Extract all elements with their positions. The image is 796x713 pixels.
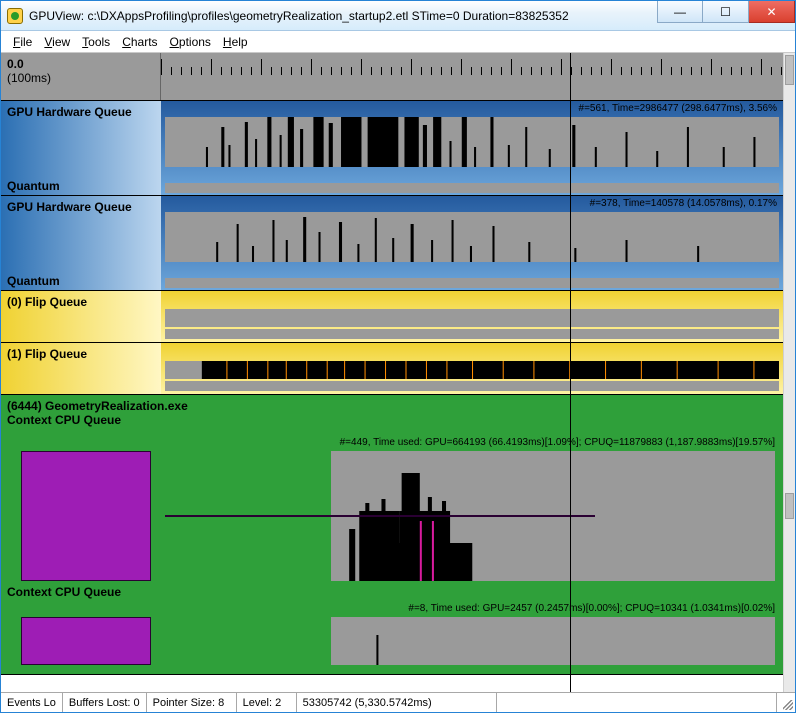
gpu2-track-area[interactable]: #=378, Time=140578 (14.0578ms), 0.17% bbox=[161, 196, 783, 290]
flip1-track-area[interactable]: Flips = 243 bbox=[161, 343, 783, 394]
gpu1-quantum-bar[interactable] bbox=[165, 183, 779, 193]
gpu1-label: GPU Hardware Queue bbox=[7, 105, 155, 119]
flip0-track-area[interactable]: Flips = 68 bbox=[161, 291, 783, 342]
ctx1-stats: #=449, Time used: GPU=664193 (66.4193ms)… bbox=[340, 437, 775, 448]
menubar: File View Tools Charts Options Help bbox=[1, 31, 795, 53]
menu-view[interactable]: View bbox=[40, 33, 74, 51]
menu-file[interactable]: File bbox=[9, 33, 36, 51]
flip1-label: (1) Flip Queue bbox=[7, 347, 155, 361]
ruler-ticks bbox=[161, 59, 783, 89]
gpu1-stats: #=561, Time=2986477 (298.6477ms), 3.56% bbox=[579, 103, 777, 114]
flip-queue-1[interactable]: (1) Flip Queue Flips = 243 bbox=[1, 343, 783, 395]
gpu2-quantum-bar[interactable] bbox=[165, 278, 779, 288]
status-level: Level: 2 bbox=[237, 693, 297, 712]
gpu1-track-area[interactable]: #=561, Time=2986477 (298.6477ms), 3.56% bbox=[161, 101, 783, 195]
status-spacer bbox=[497, 693, 777, 712]
gpu2-quantum-label: Quantum bbox=[7, 274, 60, 288]
status-time: 53305742 (5,330.5742ms) bbox=[297, 693, 497, 712]
proc-header: (6444) GeometryRealization.exe Context C… bbox=[1, 395, 783, 431]
app-icon bbox=[7, 8, 23, 24]
flip0-label: (0) Flip Queue bbox=[7, 295, 155, 309]
ctx2-stats: #=8, Time used: GPU=2457 (0.2457ms)[0.00… bbox=[408, 603, 775, 614]
status-events: Events Lo bbox=[1, 693, 63, 712]
playhead-cursor[interactable] bbox=[570, 53, 571, 692]
statusbar: Events Lo Buffers Lost: 0 Pointer Size: … bbox=[1, 692, 795, 712]
process-lane[interactable]: (6444) GeometryRealization.exe Context C… bbox=[1, 395, 783, 675]
flip0-label-cell: (0) Flip Queue bbox=[1, 291, 161, 342]
resize-grip[interactable] bbox=[777, 693, 795, 712]
ctx1-baseline bbox=[165, 515, 595, 517]
menu-charts[interactable]: Charts bbox=[118, 33, 161, 51]
status-pointer: Pointer Size: 8 bbox=[147, 693, 237, 712]
ctx2-label: Context CPU Queue bbox=[7, 585, 121, 599]
titlebar[interactable]: GPUView: c:\DXAppsProfiling\profiles\geo… bbox=[1, 1, 795, 31]
scroll-thumb-top[interactable] bbox=[785, 55, 794, 85]
ruler-ticks-area[interactable] bbox=[161, 53, 783, 100]
flip1-track[interactable] bbox=[165, 361, 779, 379]
window-buttons: — ☐ ✕ bbox=[657, 1, 795, 30]
gpu-hw-queue-2[interactable]: GPU Hardware Queue #=378, Time=140578 (1… bbox=[1, 196, 783, 291]
close-button[interactable]: ✕ bbox=[749, 1, 795, 23]
ctx1-thumb[interactable] bbox=[21, 451, 151, 581]
status-buffers: Buffers Lost: 0 bbox=[63, 693, 147, 712]
vertical-scrollbar[interactable] bbox=[783, 53, 795, 692]
ctx2-thumb[interactable] bbox=[21, 617, 151, 665]
gpu2-label: GPU Hardware Queue bbox=[7, 200, 155, 214]
scroll-thumb-mid[interactable] bbox=[785, 493, 794, 519]
proc-title: (6444) GeometryRealization.exe bbox=[7, 399, 777, 413]
flip0-track[interactable] bbox=[165, 309, 779, 327]
gpu2-stats: #=378, Time=140578 (14.0578ms), 0.17% bbox=[590, 198, 777, 209]
minimize-button[interactable]: — bbox=[657, 1, 703, 23]
menu-help[interactable]: Help bbox=[219, 33, 252, 51]
gpu-hw-queue-1[interactable]: GPU Hardware Queue #=561, Time=2986477 (… bbox=[1, 101, 783, 196]
content-area: 0.0 (100ms) GPU Hardware Queue #=561, Ti… bbox=[1, 53, 795, 692]
menu-tools[interactable]: Tools bbox=[78, 33, 114, 51]
flip0-subtrack[interactable] bbox=[165, 329, 779, 339]
ctx1-label: Context CPU Queue bbox=[7, 413, 777, 427]
gpu2-track[interactable] bbox=[165, 212, 779, 262]
ruler-scale: (100ms) bbox=[7, 71, 154, 85]
flip-queue-0[interactable]: (0) Flip Queue Flips = 68 bbox=[1, 291, 783, 343]
tracks-panel[interactable]: 0.0 (100ms) GPU Hardware Queue #=561, Ti… bbox=[1, 53, 783, 692]
time-ruler[interactable]: 0.0 (100ms) bbox=[1, 53, 783, 101]
window-title: GPUView: c:\DXAppsProfiling\profiles\geo… bbox=[29, 9, 657, 23]
maximize-button[interactable]: ☐ bbox=[703, 1, 749, 23]
menu-options[interactable]: Options bbox=[166, 33, 215, 51]
gpu1-track[interactable] bbox=[165, 117, 779, 167]
flip1-label-cell: (1) Flip Queue bbox=[1, 343, 161, 394]
flip1-subtrack[interactable] bbox=[165, 381, 779, 391]
gpu1-quantum-label: Quantum bbox=[7, 179, 60, 193]
ruler-time: 0.0 bbox=[7, 57, 154, 71]
ruler-label-cell: 0.0 (100ms) bbox=[1, 53, 161, 100]
app-window: GPUView: c:\DXAppsProfiling\profiles\geo… bbox=[0, 0, 796, 713]
ctx2-track[interactable] bbox=[331, 617, 775, 665]
